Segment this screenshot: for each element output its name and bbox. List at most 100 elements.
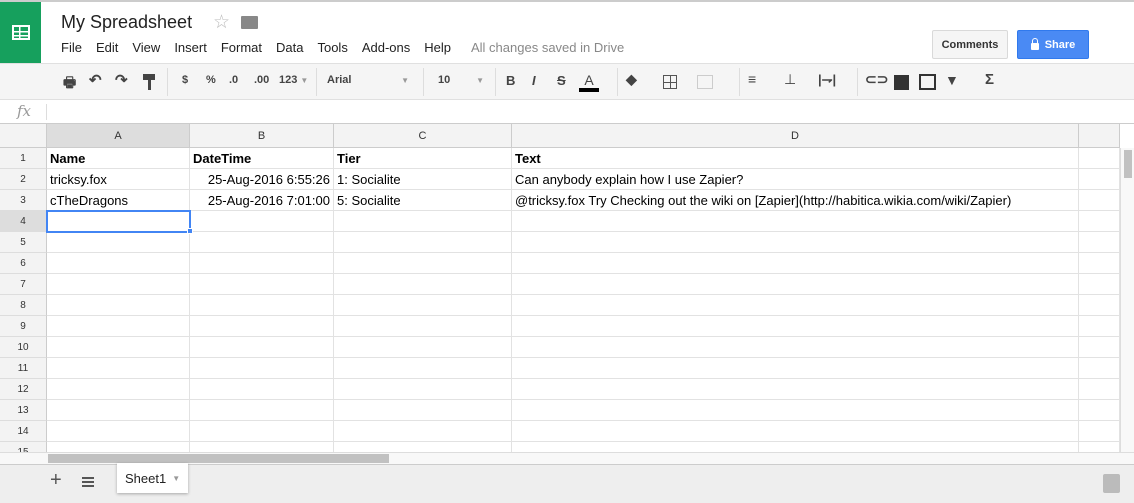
italic-button[interactable]: I xyxy=(532,73,536,88)
cell[interactable] xyxy=(334,358,512,379)
cell[interactable] xyxy=(190,400,334,421)
column-header-B[interactable]: B xyxy=(190,124,334,148)
row-header[interactable]: 10 xyxy=(0,337,47,358)
cell[interactable] xyxy=(1079,337,1120,358)
cell[interactable] xyxy=(334,232,512,253)
cell[interactable] xyxy=(1079,190,1120,211)
menu-tools[interactable]: Tools xyxy=(317,40,347,55)
cell[interactable] xyxy=(512,232,1079,253)
menu-addons[interactable]: Add-ons xyxy=(362,40,410,55)
cell[interactable] xyxy=(47,211,190,232)
cell[interactable] xyxy=(47,274,190,295)
row-header[interactable]: 1 xyxy=(0,148,47,169)
corner-select-all[interactable] xyxy=(0,124,47,148)
menu-data[interactable]: Data xyxy=(276,40,303,55)
row-header[interactable]: 15 xyxy=(0,442,47,452)
cell[interactable] xyxy=(1079,232,1120,253)
cell[interactable] xyxy=(190,274,334,295)
increase-decimal-button[interactable]: .00 xyxy=(254,74,269,86)
cell[interactable] xyxy=(334,253,512,274)
row-header[interactable]: 11 xyxy=(0,358,47,379)
cell[interactable] xyxy=(47,379,190,400)
menu-view[interactable]: View xyxy=(132,40,160,55)
scroll-thumb[interactable] xyxy=(48,454,389,463)
cell[interactable] xyxy=(512,337,1079,358)
cell[interactable] xyxy=(334,337,512,358)
cell[interactable] xyxy=(190,253,334,274)
cell[interactable]: 5: Socialite xyxy=(334,190,512,211)
column-header-C[interactable]: C xyxy=(334,124,512,148)
font-size-select[interactable]: 10 ▼ xyxy=(438,74,488,86)
strikethrough-button[interactable]: S xyxy=(557,73,566,88)
cell[interactable] xyxy=(512,274,1079,295)
cell[interactable]: 25-Aug-2016 7:01:00 xyxy=(190,190,334,211)
font-select[interactable]: Arial ▼ xyxy=(327,74,413,86)
spreadsheet-grid[interactable]: A B C D 1 Name DateTime Tier Text 2 tricksy.fox 25-… xyxy=(0,124,1120,452)
all-sheets-icon[interactable] xyxy=(82,477,94,489)
comment-icon[interactable] xyxy=(894,75,909,90)
cell[interactable] xyxy=(47,253,190,274)
cell[interactable]: DateTime xyxy=(190,148,334,169)
filter-icon[interactable]: ▼ xyxy=(945,72,959,88)
row-header[interactable]: 14 xyxy=(0,421,47,442)
comments-button[interactable]: Comments xyxy=(932,30,1008,59)
cell[interactable] xyxy=(1079,421,1120,442)
decrease-decimal-button[interactable]: .0 xyxy=(229,74,238,86)
cell[interactable] xyxy=(190,358,334,379)
column-header-D[interactable]: D xyxy=(512,124,1079,148)
row-header[interactable]: 4 xyxy=(0,211,47,232)
cell[interactable] xyxy=(1079,169,1120,190)
cell[interactable] xyxy=(47,337,190,358)
cell[interactable] xyxy=(512,253,1079,274)
row-header[interactable]: 8 xyxy=(0,295,47,316)
cell[interactable] xyxy=(47,295,190,316)
merge-cells-icon[interactable] xyxy=(697,75,713,89)
cell[interactable] xyxy=(190,232,334,253)
fill-handle[interactable] xyxy=(187,228,193,234)
cell[interactable]: Tier xyxy=(334,148,512,169)
formula-input[interactable] xyxy=(52,103,1122,121)
redo-icon[interactable]: ↷ xyxy=(115,71,128,89)
borders-icon[interactable] xyxy=(663,75,677,89)
sheet-tab[interactable]: Sheet1 ▼ xyxy=(117,463,188,493)
row-header[interactable]: 6 xyxy=(0,253,47,274)
explore-icon[interactable] xyxy=(1103,474,1120,493)
cell[interactable] xyxy=(512,316,1079,337)
bold-button[interactable]: B xyxy=(506,73,515,88)
cell[interactable] xyxy=(1079,316,1120,337)
cell[interactable]: cTheDragons xyxy=(47,190,190,211)
cell[interactable] xyxy=(47,400,190,421)
folder-icon[interactable] xyxy=(241,16,258,29)
undo-icon[interactable]: ↶ xyxy=(89,71,102,89)
menu-insert[interactable]: Insert xyxy=(174,40,207,55)
cell[interactable] xyxy=(1079,274,1120,295)
cell[interactable] xyxy=(1079,211,1120,232)
cell[interactable]: tricksy.fox xyxy=(47,169,190,190)
cell[interactable] xyxy=(190,211,334,232)
print-icon[interactable]: 🖶 xyxy=(63,72,76,96)
row-header[interactable]: 12 xyxy=(0,379,47,400)
star-icon[interactable]: ☆ xyxy=(213,11,230,34)
cell[interactable] xyxy=(1079,295,1120,316)
cell[interactable] xyxy=(1079,442,1120,452)
cell[interactable] xyxy=(334,400,512,421)
cell[interactable] xyxy=(512,295,1079,316)
menu-format[interactable]: Format xyxy=(221,40,262,55)
sheets-logo[interactable] xyxy=(0,2,41,63)
row-header[interactable]: 3 xyxy=(0,190,47,211)
paint-format-icon[interactable] xyxy=(143,74,155,90)
cell[interactable] xyxy=(1079,358,1120,379)
link-icon[interactable]: ⊂⊃ xyxy=(865,71,888,88)
cell[interactable] xyxy=(190,442,334,452)
cell[interactable] xyxy=(512,358,1079,379)
cell[interactable] xyxy=(1079,400,1120,421)
cell[interactable] xyxy=(512,379,1079,400)
menu-file[interactable]: File xyxy=(61,40,82,55)
cell[interactable] xyxy=(334,274,512,295)
vertical-scrollbar[interactable] xyxy=(1120,148,1134,452)
text-color-button[interactable]: A xyxy=(579,72,599,92)
cell[interactable] xyxy=(190,295,334,316)
chevron-down-icon[interactable]: ▼ xyxy=(172,474,180,483)
text-wrap-icon[interactable]: |⇁| xyxy=(818,72,836,88)
vertical-align-icon[interactable]: ⊥ xyxy=(784,71,796,88)
